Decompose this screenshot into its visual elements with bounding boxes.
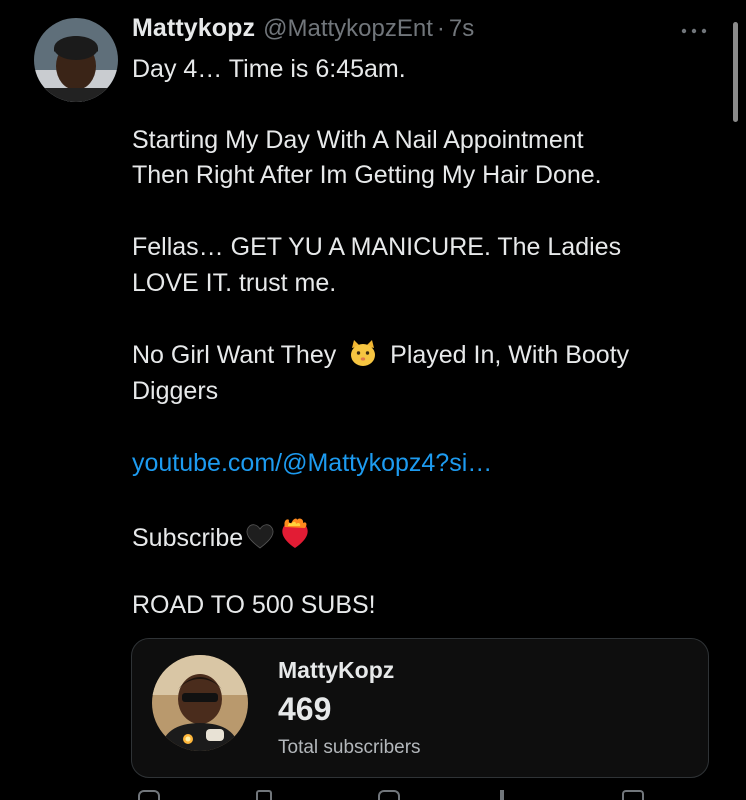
reply-icon[interactable] — [138, 790, 160, 800]
scrollbar[interactable] — [733, 22, 738, 122]
tweet[interactable]: Mattykopz @MattykopzEnt · 7s Day 4… Time… — [0, 0, 746, 800]
tweet-line-10: ROAD TO 500 SUBS! — [132, 591, 376, 619]
subscriber-count: 469 — [278, 691, 332, 727]
tweet-line-6: No Girl Want They Played In, With Booty — [132, 338, 629, 372]
tweet-action-bar — [132, 790, 712, 800]
like-icon[interactable] — [378, 790, 400, 800]
bookmark-icon[interactable] — [622, 790, 644, 800]
user-handle[interactable]: @MattykopzEnt — [263, 15, 433, 43]
tweet-line-6-start: No Girl Want They — [132, 341, 337, 369]
more-button[interactable] — [672, 18, 716, 44]
profile-avatar[interactable] — [34, 18, 118, 102]
tweet-line-6-end: Played In, With Booty — [390, 341, 630, 369]
black-heart-emoji — [246, 524, 274, 549]
cat-face-emoji — [351, 340, 376, 366]
channel-name: MattyKopz — [278, 657, 395, 683]
more-icon — [681, 28, 707, 34]
retweet-icon[interactable] — [256, 790, 272, 800]
tweet-line-9: Subscribe — [132, 517, 313, 555]
tweet-line-5: LOVE IT. trust me. — [132, 269, 337, 297]
header-separator: · — [436, 15, 445, 42]
youtube-channel-card[interactable]: MattyKopz 469 Total subscribers — [131, 638, 709, 778]
tweet-line-1: Day 4… Time is 6:45am. — [132, 55, 406, 83]
tweet-line-3: Then Right After Im Getting My Hair Done… — [132, 161, 602, 189]
tweet-line-4: Fellas… GET YU A MANICURE. The Ladies — [132, 233, 622, 261]
youtube-link[interactable]: youtube.com/@Mattykopz4?si… — [132, 446, 492, 480]
channel-avatar — [152, 655, 248, 751]
subscriber-label: Total subscribers — [278, 737, 421, 758]
tweet-line-2: Starting My Day With A Nail Appointment — [132, 126, 584, 154]
tweet-timestamp[interactable]: 7s — [449, 15, 474, 43]
views-icon[interactable] — [500, 790, 504, 800]
heart-on-fire-emoji — [282, 518, 308, 548]
tweet-header: Mattykopz @MattykopzEnt · 7s — [132, 14, 474, 48]
subscribe-text: Subscribe — [132, 524, 244, 552]
display-name[interactable]: Mattykopz — [132, 14, 255, 43]
tweet-line-7: Diggers — [132, 377, 219, 405]
